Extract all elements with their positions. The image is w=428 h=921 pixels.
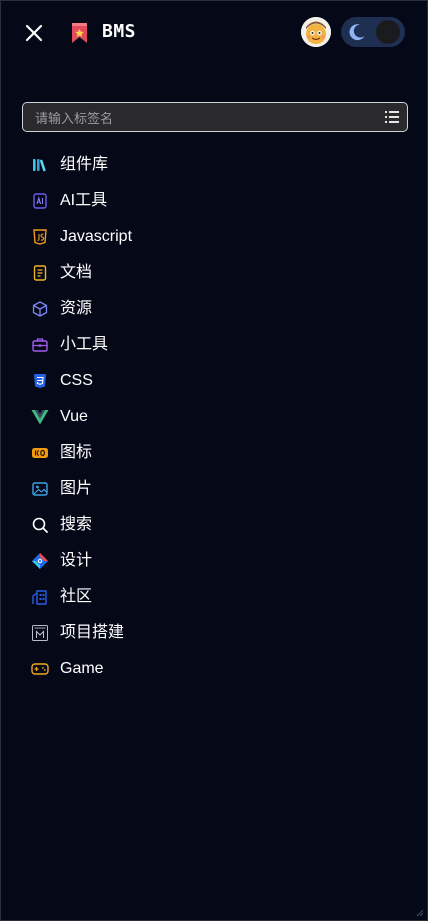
moon-icon	[349, 24, 365, 41]
menu-item-community[interactable]: 社区	[1, 579, 428, 615]
menu-item-vue[interactable]: Vue	[1, 399, 428, 435]
list-icon[interactable]	[385, 110, 399, 124]
app-title: BMS	[102, 21, 137, 42]
tag-search-input[interactable]	[33, 103, 377, 133]
menu-item-label: Game	[60, 660, 104, 677]
menu-item-label: 文档	[60, 264, 93, 281]
menu-item-label: Vue	[60, 408, 88, 425]
vue-icon	[31, 410, 49, 425]
design-diamond-icon	[32, 553, 48, 569]
menu-item-project-setup[interactable]: 项目搭建	[1, 615, 428, 651]
close-icon[interactable]	[23, 22, 45, 44]
menu-item-utilities[interactable]: 小工具	[1, 327, 428, 363]
community-building-icon	[32, 590, 47, 605]
menu-item-resources[interactable]: 资源	[1, 291, 428, 327]
avatar[interactable]	[301, 17, 331, 47]
toolbox-icon	[32, 338, 48, 352]
project-setup-icon	[32, 625, 48, 641]
theme-toggle[interactable]	[341, 17, 405, 47]
search-icon	[32, 517, 48, 533]
tag-search-box	[22, 102, 408, 133]
menu-item-label: CSS	[60, 372, 93, 389]
css3-icon	[34, 374, 46, 388]
avatar-image	[301, 17, 331, 47]
ai-chip-icon	[33, 193, 47, 209]
menu-item-label: 图标	[60, 444, 93, 461]
resize-grip-icon[interactable]	[414, 907, 424, 917]
menu-item-label: 项目搭建	[60, 624, 125, 641]
menu-item-search[interactable]: 搜索	[1, 507, 428, 543]
menu-item-label: 资源	[60, 300, 93, 317]
menu-item-components[interactable]: 组件库	[1, 147, 428, 183]
menu-item-label: 组件库	[60, 156, 109, 173]
javascript-icon	[33, 229, 47, 245]
header: BMS	[1, 1, 428, 65]
menu-item-game[interactable]: Game	[1, 651, 428, 687]
document-icon	[33, 265, 47, 281]
bookmark-logo-icon	[72, 23, 87, 43]
menu-item-icons[interactable]: 图标	[1, 435, 428, 471]
menu-item-css[interactable]: CSS	[1, 363, 428, 399]
image-icon	[32, 482, 48, 496]
menu-item-images[interactable]: 图片	[1, 471, 428, 507]
menu-item-label: AI工具	[60, 192, 108, 209]
menu-item-label: 社区	[60, 588, 93, 605]
menu-item-label: Javascript	[60, 228, 133, 245]
menu-item-docs[interactable]: 文档	[1, 255, 428, 291]
cube-icon	[32, 301, 48, 317]
ico-badge-icon	[32, 448, 48, 458]
menu-item-design[interactable]: 设计	[1, 543, 428, 579]
menu-item-label: 小工具	[60, 336, 109, 353]
category-menu: 组件库 AI工具 Javascript 文档 资源 小工具 CSS Vue 图标…	[1, 147, 428, 687]
menu-item-label: 图片	[60, 480, 93, 497]
gamepad-icon	[31, 663, 49, 675]
menu-item-label: 搜索	[60, 516, 93, 533]
toggle-knob	[376, 20, 400, 44]
menu-item-label: 设计	[60, 552, 93, 569]
books-icon	[33, 159, 46, 172]
menu-item-ai-tools[interactable]: AI工具	[1, 183, 428, 219]
app-window: BMS 请输入标签名 组件库 AI工具 Javascript 文档 资源 小工具…	[0, 0, 428, 921]
menu-item-javascript[interactable]: Javascript	[1, 219, 428, 255]
